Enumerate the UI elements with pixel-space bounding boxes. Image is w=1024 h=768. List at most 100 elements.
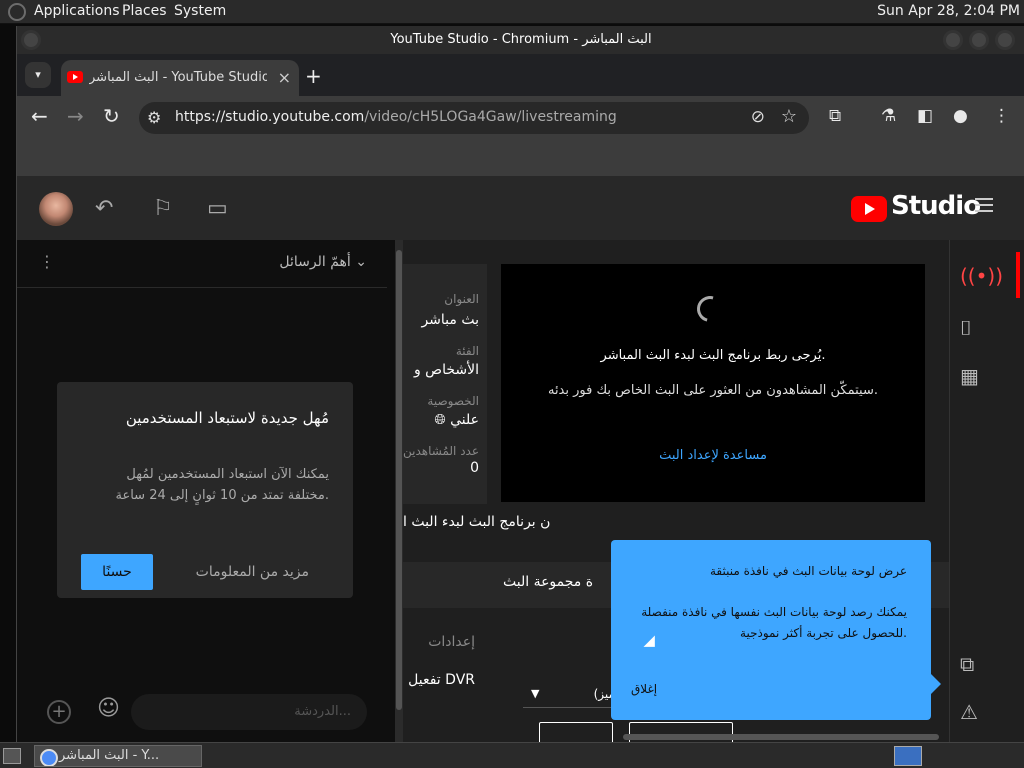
live-broadcast-icon[interactable]: ((•)) <box>960 264 1003 288</box>
preview-line1: يُرجى ربط برنامج البث لبدء البث المباشر. <box>600 348 826 363</box>
collection-text: ة مجموعة البث <box>503 574 594 590</box>
stream-preview: يُرجى ربط برنامج البث لبدء البث المباشر.… <box>501 264 925 502</box>
popup-title: مُهل جديدة لاستبعاد المستخدمين <box>125 409 329 427</box>
category-value: الأشخاص و <box>413 362 479 378</box>
popout-icon[interactable]: ⧉ <box>960 652 974 676</box>
taskbar: البث المباشر - Y... <box>0 742 1024 768</box>
browser-toolbar: ← → ↻ ⚙ https://studio.youtube.com/video… <box>17 96 1024 140</box>
address-bar[interactable]: ⚙ https://studio.youtube.com/video/cH5LO… <box>139 102 809 134</box>
youtube-logo-icon[interactable] <box>851 196 887 222</box>
reload-icon[interactable]: ↻ <box>103 104 120 128</box>
hamburger-menu-icon[interactable] <box>975 198 993 212</box>
close-window-icon[interactable] <box>995 30 1015 50</box>
privacy-value: 🌐︎ علني <box>434 412 479 428</box>
title-value: بث مباشر <box>421 312 479 328</box>
show-desktop-icon[interactable] <box>3 748 21 764</box>
dvr-toggle-label[interactable]: تفعيل DVR <box>403 672 475 688</box>
tooltip-body: يمكنك رصد لوحة بيانات البث نفسها في نافذ… <box>641 605 907 640</box>
popout-tooltip: عرض لوحة بيانات البث في نافذة منبثقة يمك… <box>611 540 941 720</box>
forward-arrow-icon[interactable]: → <box>67 104 84 128</box>
chat-sort-label: أهمّ الرسائل <box>279 254 351 270</box>
preview-line2: سيتمكّن المشاهدون من العثور على البث الخ… <box>547 383 879 398</box>
camera-icon[interactable]: ⌷ <box>960 316 972 340</box>
bookmark-icon[interactable]: ⚐ <box>153 196 173 221</box>
profile-icon[interactable]: ● <box>953 106 968 126</box>
tooltip-close-button[interactable]: إغلاق <box>631 682 657 696</box>
tab-close-icon[interactable]: × <box>278 68 291 87</box>
add-icon[interactable]: + <box>47 700 71 724</box>
clapperboard-icon[interactable]: ▭ <box>207 196 228 221</box>
stream-info-card: العنوان بث مباشر الفئة الأشخاص و الخصوصي… <box>403 264 487 504</box>
side-panel-icon[interactable]: ◧ <box>917 106 933 126</box>
timeout-info-popup: مُهل جديدة لاستبعاد المستخدمين يمكنك الآ… <box>57 382 353 598</box>
maximize-icon[interactable] <box>969 30 989 50</box>
setup-help-link[interactable]: مساعدة لإعداد البث <box>501 448 925 463</box>
extensions-puzzle-icon[interactable]: ⧉ <box>829 106 841 126</box>
loading-spinner-icon <box>692 291 728 327</box>
calendar-icon[interactable]: ▦ <box>960 364 979 388</box>
tab-strip: ▾ البث المباشر - YouTube Studio × + <box>17 54 1024 96</box>
menu-system[interactable]: System <box>174 3 226 19</box>
workspace-switcher-icon[interactable] <box>894 746 922 766</box>
window-title-bar: YouTube Studio - Chromium - البث المباشر <box>17 26 1024 54</box>
viewers-value: 0 <box>470 460 479 476</box>
youtube-favicon-icon <box>67 71 83 83</box>
url-text[interactable]: https://studio.youtube.com/video/cH5LOGa… <box>175 109 617 125</box>
privacy-label: الخصوصية <box>427 394 479 408</box>
chat-input-bar: + ☺ الدردشة... <box>17 686 387 742</box>
dropdown-arrow-icon: ▼ <box>531 687 540 700</box>
window-menu-icon[interactable] <box>21 30 41 50</box>
avatar[interactable] <box>39 192 73 226</box>
privacy-text: علني <box>450 412 479 428</box>
taskbar-chromium-task[interactable]: البث المباشر - Y... <box>34 745 202 767</box>
tab-title: البث المباشر - YouTube Studio <box>89 70 267 85</box>
right-nav-rail: ((•)) ⌷ ▦ ⧉ ⚠ <box>949 240 1024 742</box>
reply-icon[interactable]: ↶ <box>95 196 113 221</box>
back-arrow-icon[interactable]: ← <box>31 104 48 128</box>
popup-body: يمكنك الآن استبعاد المستخدمين لمُهل مختل… <box>115 467 329 503</box>
chat-header: ⋮ أهمّ الرسائل ⌄ <box>17 240 387 288</box>
feedback-icon[interactable]: ⚠ <box>960 700 978 724</box>
new-tab-button[interactable]: + <box>305 64 322 88</box>
browser-window: YouTube Studio - Chromium - البث المباشر… <box>16 26 1024 742</box>
encoder-settings-label: إعدادات <box>428 634 475 650</box>
copy-button[interactable] <box>539 722 613 742</box>
globe-icon: 🌐︎ <box>434 412 446 428</box>
studio-header: ↶ ⚐ ▭ Studio <box>17 176 1024 240</box>
menu-applications[interactable]: Applications <box>34 3 120 19</box>
labs-flask-icon[interactable]: ⚗ <box>881 106 896 126</box>
active-indicator <box>1016 252 1020 298</box>
youtube-studio-page: ↶ ⚐ ▭ Studio ⋮ أهمّ الرسائل ⌄ مُهل جديدة… <box>17 176 1024 742</box>
site-info-icon[interactable]: ⚙ <box>147 108 161 127</box>
chat-more-icon[interactable]: ⋮ <box>39 252 55 271</box>
minimize-icon[interactable] <box>943 30 963 50</box>
gnome-foot-icon[interactable] <box>8 3 26 21</box>
chat-scrollbar[interactable] <box>395 240 403 742</box>
tooltip-title: عرض لوحة بيانات البث في نافذة منبثقة <box>709 564 907 578</box>
url-host: https://studio.youtube.com <box>175 109 365 125</box>
popup-ok-button[interactable]: حسنًا <box>81 554 153 590</box>
connect-encoder-text: ن برنامج البث لبدء البث ا <box>403 514 551 530</box>
window-title: YouTube Studio - Chromium - البث المباشر <box>390 32 652 47</box>
category-label: الفئة <box>455 344 479 358</box>
more-menu-icon[interactable]: ⋮ <box>993 106 1010 126</box>
live-chat-panel: ⋮ أهمّ الرسائل ⌄ مُهل جديدة لاستبعاد الم… <box>17 240 395 742</box>
bookmark-star-icon[interactable]: ☆ <box>781 106 797 127</box>
studio-logo-text[interactable]: Studio <box>891 191 981 221</box>
eye-slash-icon[interactable]: ⊘ <box>751 107 765 127</box>
title-label: العنوان <box>444 292 479 306</box>
chat-sort-dropdown[interactable]: أهمّ الرسائل ⌄ <box>279 254 367 270</box>
viewers-label: عدد المُشاهدين <box>403 444 479 458</box>
tab-search-chevron-icon[interactable]: ▾ <box>25 62 51 88</box>
info-bar-area <box>17 140 1024 176</box>
chat-scroll-thumb[interactable] <box>396 250 402 710</box>
menu-places[interactable]: Places <box>122 3 167 19</box>
horizontal-scrollbar[interactable] <box>623 734 939 740</box>
system-top-bar: Applications Places System Sun Apr 28, 2… <box>0 0 1024 24</box>
popup-more-link[interactable]: مزيد من المعلومات <box>196 564 309 580</box>
emoji-icon[interactable]: ☺ <box>97 696 120 721</box>
clock[interactable]: Sun Apr 28, 2:04 PM <box>877 3 1020 19</box>
chat-input[interactable]: الدردشة... <box>131 694 367 730</box>
tab-youtube-studio[interactable]: البث المباشر - YouTube Studio × <box>61 60 299 96</box>
url-path: /video/cH5LOGa4Gaw/livestreaming <box>364 109 617 125</box>
